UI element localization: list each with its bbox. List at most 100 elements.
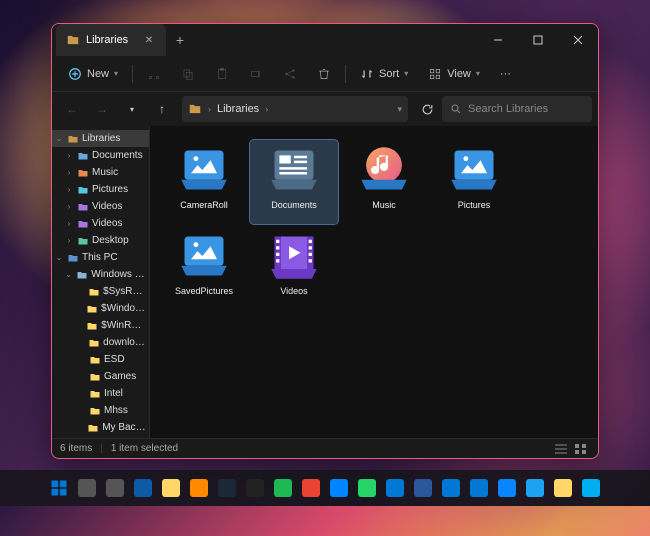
tab-libraries[interactable]: Libraries ✕ [56, 24, 166, 56]
view-icon [428, 67, 442, 81]
taskbar-unity-icon[interactable] [243, 476, 267, 500]
paste-button[interactable] [207, 60, 237, 88]
tree-item[interactable]: Intel [52, 385, 149, 402]
forward-button[interactable]: → [88, 95, 116, 123]
libraries-icon [66, 33, 80, 47]
item-label: CameraRoll [164, 200, 244, 210]
selection-count: 1 item selected [111, 443, 178, 454]
taskbar-spotify-icon[interactable] [271, 476, 295, 500]
pictures-icon [178, 144, 230, 196]
file-explorer-window: Libraries ✕ + New ▾ Sort▾ View▾ ··· ← → … [51, 23, 599, 459]
paste-icon [215, 67, 229, 81]
tree-item[interactable]: ›Desktop [52, 232, 149, 249]
chevron-down-icon[interactable]: ▾ [397, 104, 402, 115]
library-item[interactable]: CameraRoll [160, 140, 248, 224]
tree-item[interactable]: ›Videos [52, 198, 149, 215]
taskbar-search-icon[interactable] [75, 476, 99, 500]
item-count: 6 items [60, 443, 92, 454]
details-view-button[interactable] [552, 442, 570, 456]
tree-item[interactable]: ⌄Libraries [52, 130, 149, 147]
taskbar-thunderbird-icon[interactable] [495, 476, 519, 500]
close-window-button[interactable] [558, 24, 598, 56]
tree-item[interactable]: My Backups [52, 419, 149, 436]
tree-item[interactable]: ⌄This PC [52, 249, 149, 266]
tree-item[interactable]: Mhss [52, 402, 149, 419]
taskbar-clock-icon[interactable] [467, 476, 491, 500]
content-pane[interactable]: CameraRoll Documents Music Pictures SavedPic… [150, 126, 598, 438]
item-label: Music [344, 200, 424, 210]
sort-button[interactable]: Sort▾ [352, 60, 416, 88]
back-button[interactable]: ← [58, 95, 86, 123]
item-label: Videos [254, 286, 334, 296]
rename-button[interactable] [241, 60, 271, 88]
share-icon [283, 67, 297, 81]
refresh-button[interactable] [414, 96, 440, 122]
taskbar-messenger-icon[interactable] [327, 476, 351, 500]
navigation-pane: ⌄Libraries›Documents›Music›Pictures›Vide… [52, 126, 150, 438]
library-item[interactable]: SavedPictures [160, 226, 248, 310]
item-label: SavedPictures [164, 286, 244, 296]
delete-button[interactable] [309, 60, 339, 88]
tree-item[interactable]: ›Music [52, 164, 149, 181]
trash-icon [317, 67, 331, 81]
tree-item[interactable]: ›Pictures [52, 181, 149, 198]
address-segment[interactable]: Libraries [217, 103, 259, 115]
library-item[interactable]: Documents [250, 140, 338, 224]
taskbar-files-icon[interactable] [551, 476, 575, 500]
item-label: Pictures [434, 200, 514, 210]
tree-item[interactable]: ⌄Windows (C:) [52, 266, 149, 283]
add-tab-button[interactable]: + [166, 26, 194, 54]
music-icon [358, 144, 410, 196]
taskbar-edge-icon[interactable] [131, 476, 155, 500]
toolbar: New ▾ Sort▾ View▾ ··· [52, 56, 598, 92]
search-input[interactable]: Search Libraries [442, 96, 592, 122]
taskbar-twitter-icon[interactable] [523, 476, 547, 500]
taskbar-word-icon[interactable] [411, 476, 435, 500]
library-item[interactable]: Pictures [430, 140, 518, 224]
plus-circle-icon [68, 67, 82, 81]
address-bar[interactable]: › Libraries › ▾ [182, 96, 408, 122]
library-item[interactable]: Videos [250, 226, 338, 310]
rename-icon [249, 67, 263, 81]
copy-button[interactable] [173, 60, 203, 88]
share-button[interactable] [275, 60, 305, 88]
tree-item[interactable]: downloads [52, 334, 149, 351]
maximize-button[interactable] [518, 24, 558, 56]
taskbar-skype-icon[interactable] [579, 476, 603, 500]
search-icon [450, 103, 462, 115]
taskbar [0, 470, 650, 506]
taskbar-taskview-icon[interactable] [103, 476, 127, 500]
taskbar-explorer-icon[interactable] [159, 476, 183, 500]
taskbar-whatsapp-icon[interactable] [355, 476, 379, 500]
taskbar-start-icon[interactable] [47, 476, 71, 500]
titlebar: Libraries ✕ + [52, 24, 598, 56]
taskbar-outlook-icon[interactable] [383, 476, 407, 500]
tree-item[interactable]: ›Videos [52, 215, 149, 232]
recent-button[interactable]: ▾ [118, 95, 146, 123]
taskbar-steam-icon[interactable] [215, 476, 239, 500]
taskbar-winstore-icon[interactable] [439, 476, 463, 500]
library-item[interactable]: Music [340, 140, 428, 224]
taskbar-chrome-icon[interactable] [299, 476, 323, 500]
icons-view-button[interactable] [572, 442, 590, 456]
more-button[interactable]: ··· [492, 60, 519, 88]
close-tab-icon[interactable]: ✕ [142, 33, 156, 47]
cut-button[interactable] [139, 60, 169, 88]
tree-item[interactable]: $SysReset [52, 283, 149, 300]
status-bar: 6 items | 1 item selected [52, 438, 598, 458]
tree-item[interactable]: ›Documents [52, 147, 149, 164]
pictures-icon [448, 144, 500, 196]
taskbar-vlc-icon[interactable] [187, 476, 211, 500]
libraries-icon [188, 102, 202, 116]
documents-icon [268, 144, 320, 196]
new-button[interactable]: New ▾ [60, 60, 126, 88]
view-button[interactable]: View▾ [420, 60, 488, 88]
cut-icon [147, 67, 161, 81]
tab-title: Libraries [86, 34, 128, 46]
tree-item[interactable]: ESD [52, 351, 149, 368]
tree-item[interactable]: $WinREAgent [52, 317, 149, 334]
tree-item[interactable]: $Windows.~W [52, 300, 149, 317]
up-button[interactable]: ↑ [148, 95, 176, 123]
tree-item[interactable]: Games [52, 368, 149, 385]
minimize-button[interactable] [478, 24, 518, 56]
